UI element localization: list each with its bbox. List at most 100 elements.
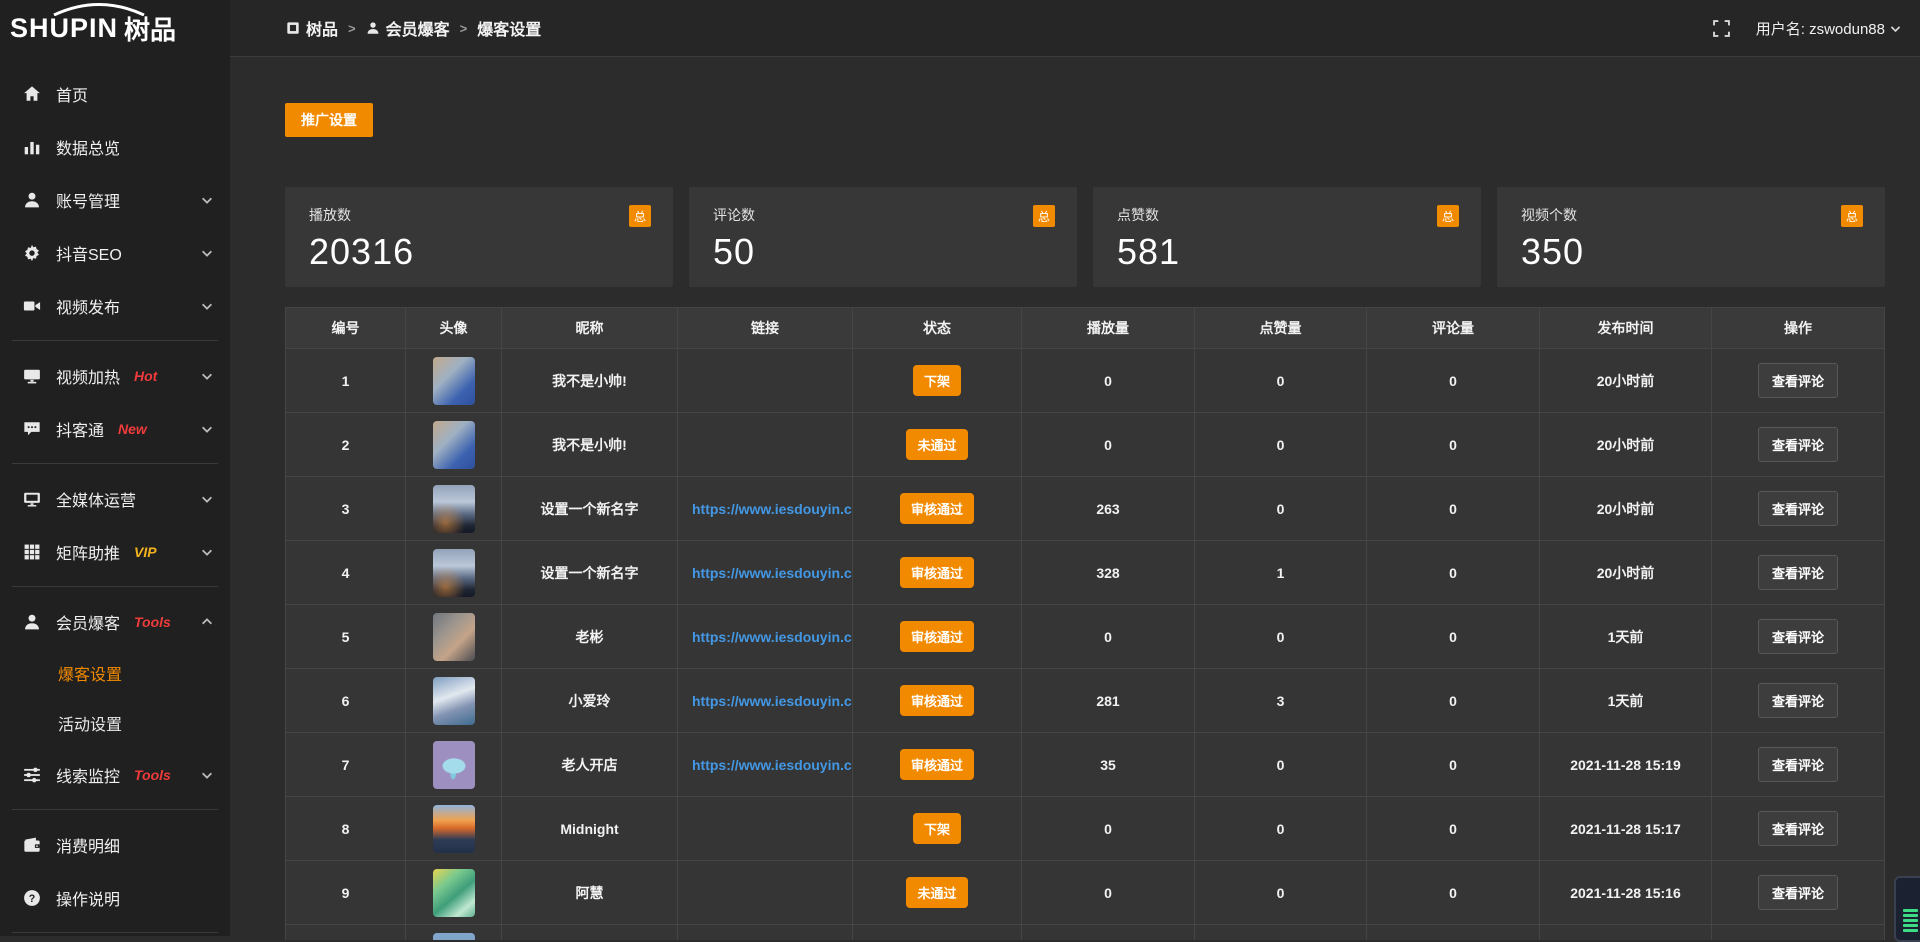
cell-nickname: 我不是小帅! (502, 413, 678, 477)
status-badge[interactable]: 审核通过 (900, 685, 974, 716)
sidebar-item-operation-guide[interactable]: ?操作说明 (0, 871, 230, 924)
status-badge[interactable]: 未通过 (906, 877, 967, 908)
cell-status: 下架 (853, 349, 1022, 413)
sidebar-item-tag: Tools (134, 614, 171, 630)
status-badge[interactable]: 审核通过 (900, 557, 974, 588)
cell-status: 审核通过 (853, 477, 1022, 541)
user-icon (22, 612, 42, 632)
app-logo[interactable]: SHUPIN 树品 (0, 0, 230, 57)
status-badge[interactable]: 下架 (913, 365, 961, 396)
view-comments-button[interactable]: 查看评论 (1758, 811, 1838, 846)
stat-card: 点赞数581总 (1093, 187, 1481, 287)
video-link[interactable]: https://www.iesdouyin.c (692, 757, 852, 773)
total-badge[interactable]: 总 (1437, 205, 1459, 227)
stat-card-label: 点赞数 (1117, 205, 1457, 225)
status-badge[interactable]: 审核通过 (900, 493, 974, 524)
main-content: 推广设置 播放数20316总评论数50总点赞数581总视频个数350总 编号头像… (230, 58, 1920, 936)
stat-card-label: 评论数 (713, 205, 1053, 225)
view-comments-button[interactable]: 查看评论 (1758, 363, 1838, 398)
cell-likes: 1 (1195, 541, 1367, 605)
breadcrumb-item[interactable]: 爆客设置 (477, 16, 541, 40)
chevron-up-icon (200, 615, 214, 629)
view-comments-button[interactable]: 查看评论 (1758, 555, 1838, 590)
cell-time: 20小时前 (1540, 541, 1712, 605)
sidebar-item-data-overview[interactable]: 数据总览 (0, 120, 230, 173)
sidebar-item-label: 抖音SEO (56, 241, 122, 265)
video-link[interactable]: https://www.iesdouyin.c (692, 565, 852, 581)
widget-bar (1903, 919, 1918, 922)
breadcrumb-label: 会员爆客 (386, 16, 450, 40)
cell-plays: 263 (1022, 477, 1195, 541)
sidebar-subitem-activity-settings[interactable]: 活动设置 (0, 698, 230, 748)
video-link[interactable]: https://www.iesdouyin.c (692, 501, 852, 517)
column-header: 头像 (406, 308, 502, 349)
table-row: 2我不是小帅!未通过00020小时前查看评论 (286, 413, 1885, 477)
breadcrumb-item[interactable]: 会员爆客 (366, 16, 450, 40)
user-menu[interactable]: 用户名: zswodun88 (1756, 18, 1902, 39)
cell-time: 20小时前 (1540, 413, 1712, 477)
sidebar-item-video-publish[interactable]: 视频发布 (0, 279, 230, 332)
cell-id: 1 (286, 349, 406, 413)
cell-likes: 0 (1195, 797, 1367, 861)
sidebar-item-consume-detail[interactable]: 消费明细 (0, 818, 230, 871)
status-badge[interactable]: 审核通过 (900, 621, 974, 652)
sidebar-item-douketong[interactable]: 抖客通New (0, 402, 230, 455)
table-row: 4设置一个新名字https://www.iesdouyin.c审核通过32810… (286, 541, 1885, 605)
fullscreen-icon[interactable] (1713, 20, 1730, 37)
cell-link: https://www.iesdouyin.c (678, 477, 853, 541)
total-badge[interactable]: 总 (1841, 205, 1863, 227)
status-badge[interactable]: 未通过 (906, 429, 967, 460)
video-link[interactable]: https://www.iesdouyin.c (692, 629, 852, 645)
widget-bar (1903, 909, 1918, 912)
view-comments-button[interactable]: 查看评论 (1758, 491, 1838, 526)
chevron-down-icon (200, 492, 214, 506)
cell-nickname: 设置一个新名字 (502, 541, 678, 605)
sidebar-item-all-media[interactable]: 全媒体运营 (0, 472, 230, 525)
column-header: 播放量 (1022, 308, 1195, 349)
stat-cards: 播放数20316总评论数50总点赞数581总视频个数350总 (285, 187, 1885, 287)
cell-likes: 0 (1195, 413, 1367, 477)
view-comments-button[interactable]: 查看评论 (1758, 683, 1838, 718)
app-icon (286, 21, 300, 35)
sidebar-item-matrix-boost[interactable]: 矩阵助推VIP (0, 525, 230, 578)
cell-action: 查看评论 (1712, 733, 1885, 797)
cell-avatar (406, 669, 502, 733)
status-badge[interactable]: 审核通过 (900, 749, 974, 780)
cell-action: 查看评论 (1712, 349, 1885, 413)
status-badge[interactable]: 下架 (913, 813, 961, 844)
cell-nickname (502, 925, 678, 941)
cell-likes: 0 (1195, 733, 1367, 797)
view-comments-button[interactable]: 查看评论 (1758, 619, 1838, 654)
cell-link (678, 925, 853, 941)
total-badge[interactable]: 总 (629, 205, 651, 227)
cell-nickname: 老彬 (502, 605, 678, 669)
sidebar-divider (12, 932, 218, 933)
view-comments-button[interactable]: 查看评论 (1758, 875, 1838, 910)
breadcrumb-item[interactable]: 树品 (286, 16, 338, 40)
widget-bar (1903, 924, 1918, 927)
sidebar-subitem-baoke-settings[interactable]: 爆客设置 (0, 648, 230, 698)
sidebar-item-douyin-seo[interactable]: 抖音SEO (0, 226, 230, 279)
cell-id: 4 (286, 541, 406, 605)
promo-settings-button[interactable]: 推广设置 (285, 103, 373, 137)
sidebar-item-account-manage[interactable]: 账号管理 (0, 173, 230, 226)
avatar (433, 485, 475, 533)
sidebar-item-home[interactable]: 首页 (0, 67, 230, 120)
cell-avatar (406, 541, 502, 605)
sidebar-item-label: 首页 (56, 82, 88, 106)
view-comments-button[interactable]: 查看评论 (1758, 427, 1838, 462)
wallet-icon (22, 835, 42, 855)
cell-likes: 3 (1195, 669, 1367, 733)
view-comments-button[interactable]: 查看评论 (1758, 747, 1838, 782)
video-link[interactable]: https://www.iesdouyin.c (692, 693, 852, 709)
sidebar-item-clue-monitor[interactable]: 线索监控Tools (0, 748, 230, 801)
cell-link (678, 349, 853, 413)
sidebar: SHUPIN 树品 首页数据总览账号管理抖音SEO 视频发布视频加热Hot抖客通N… (0, 0, 230, 936)
floating-widget[interactable] (1894, 876, 1920, 942)
sidebar-divider (12, 586, 218, 587)
sidebar-item-video-heat[interactable]: 视频加热Hot (0, 349, 230, 402)
total-badge[interactable]: 总 (1033, 205, 1055, 227)
sidebar-item-member-baoke[interactable]: 会员爆客Tools (0, 595, 230, 648)
avatar (433, 933, 475, 941)
cell-status: 审核通过 (853, 605, 1022, 669)
